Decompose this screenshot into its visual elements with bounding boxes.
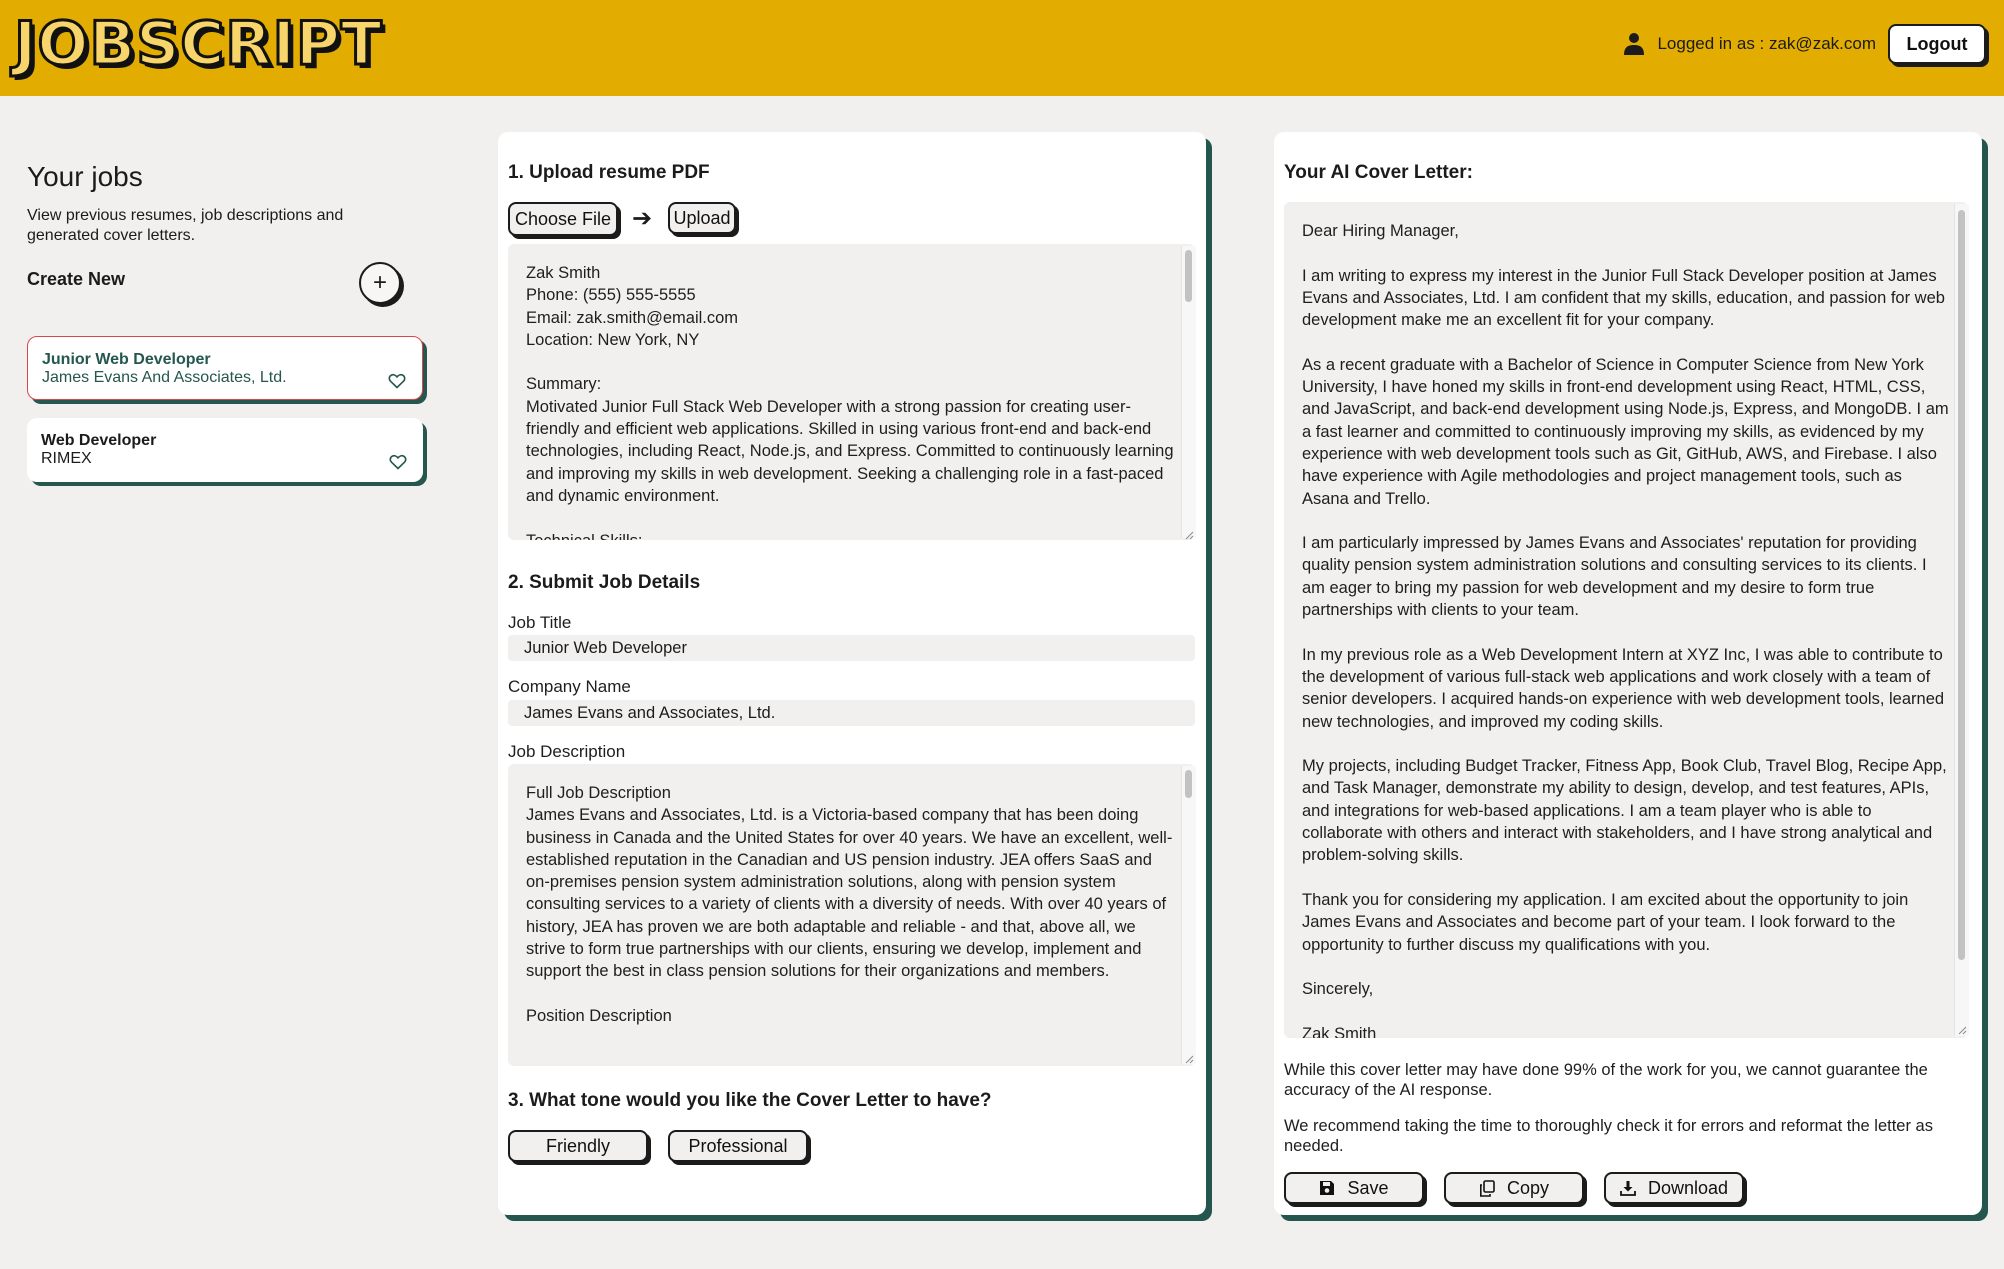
resize-grip-icon[interactable] xyxy=(1184,530,1194,540)
download-button[interactable]: Download xyxy=(1604,1172,1744,1204)
scroll-thumb[interactable] xyxy=(1185,250,1192,302)
save-button[interactable]: Save xyxy=(1284,1172,1424,1204)
description-scrollbar[interactable] xyxy=(1181,766,1196,1064)
floppy-disk-icon xyxy=(1320,1181,1335,1195)
company-name-input[interactable]: James Evans and Associates, Ltd. xyxy=(508,700,1195,726)
copy-label: Copy xyxy=(1506,1177,1550,1198)
cover-letter-scrollbar[interactable] xyxy=(1954,204,1969,1036)
heart-icon[interactable] xyxy=(388,373,406,389)
job-card-company: RIMEX xyxy=(41,450,92,467)
scroll-thumb[interactable] xyxy=(1185,770,1192,798)
job-details-heading: 2. Submit Job Details xyxy=(508,572,701,593)
company-name-label: Company Name xyxy=(508,677,631,696)
resize-grip-icon[interactable] xyxy=(1184,1054,1194,1064)
cover-letter-panel: Your AI Cover Letter: Dear Hiring Manage… xyxy=(1274,132,1982,1215)
logged-in-label: Logged in as : zak@zak.com xyxy=(1657,34,1876,53)
job-card-company: James Evans And Associates, Ltd. xyxy=(42,369,287,386)
tone-heading: 3. What tone would you like the Cover Le… xyxy=(508,1090,992,1111)
top-header: JOBSCRIPT Logged in as : zak@zak.com Log… xyxy=(0,0,2004,96)
cover-letter-heading: Your AI Cover Letter: xyxy=(1284,162,1473,183)
create-new-row: Create New + xyxy=(27,262,427,306)
ai-disclaimer: While this cover letter may have done 99… xyxy=(1284,1061,1928,1099)
download-label: Download xyxy=(1647,1177,1729,1198)
user-icon xyxy=(1624,33,1645,55)
create-new-label: Create New xyxy=(27,269,126,289)
job-title-label: Job Title xyxy=(508,613,572,632)
logout-button[interactable]: Logout xyxy=(1888,24,1986,64)
job-title-input[interactable]: Junior Web Developer xyxy=(508,635,1195,661)
heart-icon[interactable] xyxy=(389,454,407,470)
arrow-right-icon: ➔ xyxy=(632,205,653,232)
resize-grip-icon[interactable] xyxy=(1957,1025,1967,1035)
user-info: Logged in as : zak@zak.com xyxy=(1623,32,1876,56)
job-card[interactable]: Junior Web Developer James Evans And Ass… xyxy=(27,336,423,400)
plus-icon: + xyxy=(372,269,387,296)
scroll-thumb[interactable] xyxy=(1958,210,1965,960)
resume-scrollbar[interactable] xyxy=(1181,246,1196,538)
professional-tone-button[interactable]: Professional xyxy=(668,1130,808,1162)
upload-button[interactable]: Upload xyxy=(668,202,736,234)
choose-file-button[interactable]: Choose File xyxy=(508,202,618,236)
job-description-label: Job Description xyxy=(508,742,626,761)
save-label: Save xyxy=(1347,1177,1389,1198)
cover-letter-textarea[interactable]: Dear Hiring Manager, I am writing to exp… xyxy=(1284,202,1968,1038)
jobs-sidebar: Your jobs View previous resumes, job des… xyxy=(27,150,427,482)
resume-textarea[interactable]: Zak Smith Phone: (555) 555-5555 Email: z… xyxy=(508,244,1195,540)
app-logo[interactable]: JOBSCRIPT xyxy=(13,11,384,78)
copy-button[interactable]: Copy xyxy=(1444,1172,1584,1204)
job-card-title: Web Developer xyxy=(41,432,157,449)
copy-icon xyxy=(1479,1179,1495,1197)
job-card-title: Junior Web Developer xyxy=(42,351,211,368)
sidebar-description: View previous resumes, job descriptions … xyxy=(27,207,344,244)
upload-heading: 1. Upload resume PDF xyxy=(508,162,710,183)
job-card[interactable]: Web Developer RIMEX xyxy=(27,418,423,482)
input-panel: 1. Upload resume PDF Choose File ➔ Uploa… xyxy=(498,132,1206,1215)
sidebar-title: Your jobs xyxy=(27,161,143,192)
review-recommendation: We recommend taking the time to thorough… xyxy=(1284,1117,1933,1155)
job-description-textarea[interactable]: Full Job Description James Evans and Ass… xyxy=(508,764,1195,1066)
add-job-button[interactable]: + xyxy=(359,262,401,304)
friendly-tone-button[interactable]: Friendly xyxy=(508,1130,648,1162)
download-icon xyxy=(1620,1181,1636,1196)
